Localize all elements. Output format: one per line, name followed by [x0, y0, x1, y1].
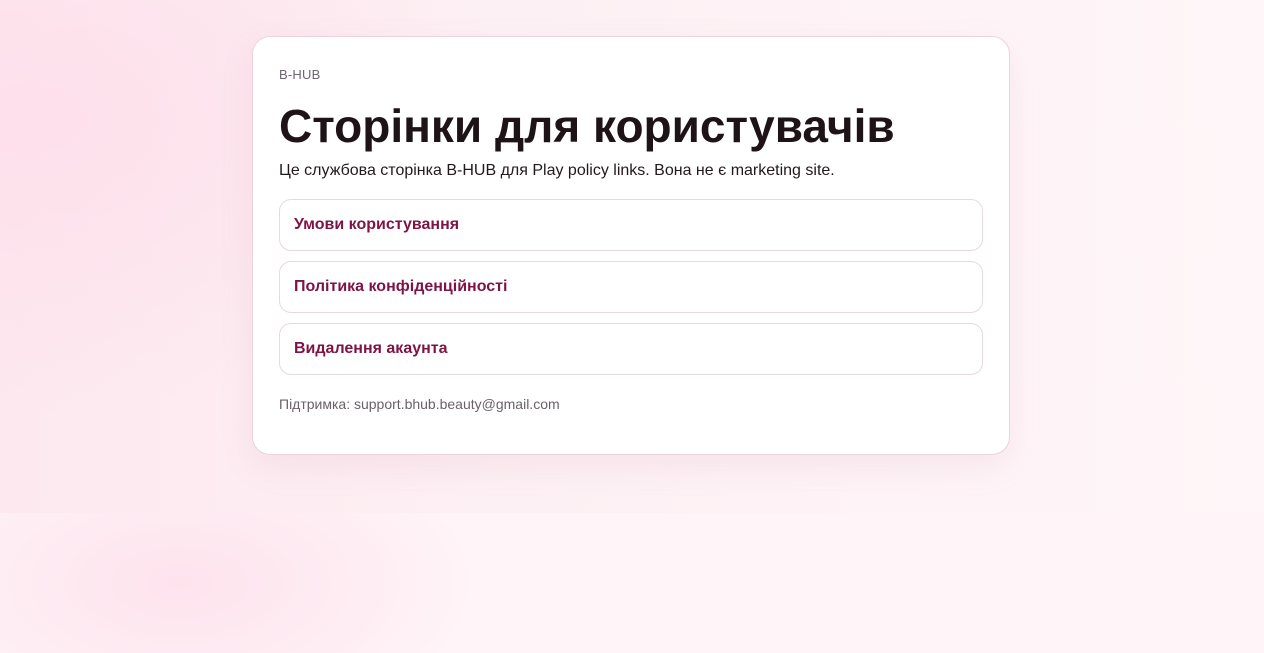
page-background-lower [0, 513, 1264, 653]
terms-link[interactable]: Умови користування [279, 199, 983, 251]
page-title: Сторінки для користувачів [279, 100, 895, 152]
brand-label: B-HUB [279, 67, 321, 82]
support-contact: Підтримка: support.bhub.beauty@gmail.com [279, 396, 560, 412]
account-deletion-link[interactable]: Видалення акаунта [279, 323, 983, 375]
content-card: B-HUB Сторінки для користувачів Це служб… [252, 36, 1010, 455]
page-description: Це службова сторінка B-HUB для Play poli… [279, 162, 835, 179]
policy-links: Умови користування Політика конфіденційн… [279, 199, 983, 375]
privacy-policy-link[interactable]: Політика конфіденційності [279, 261, 983, 313]
